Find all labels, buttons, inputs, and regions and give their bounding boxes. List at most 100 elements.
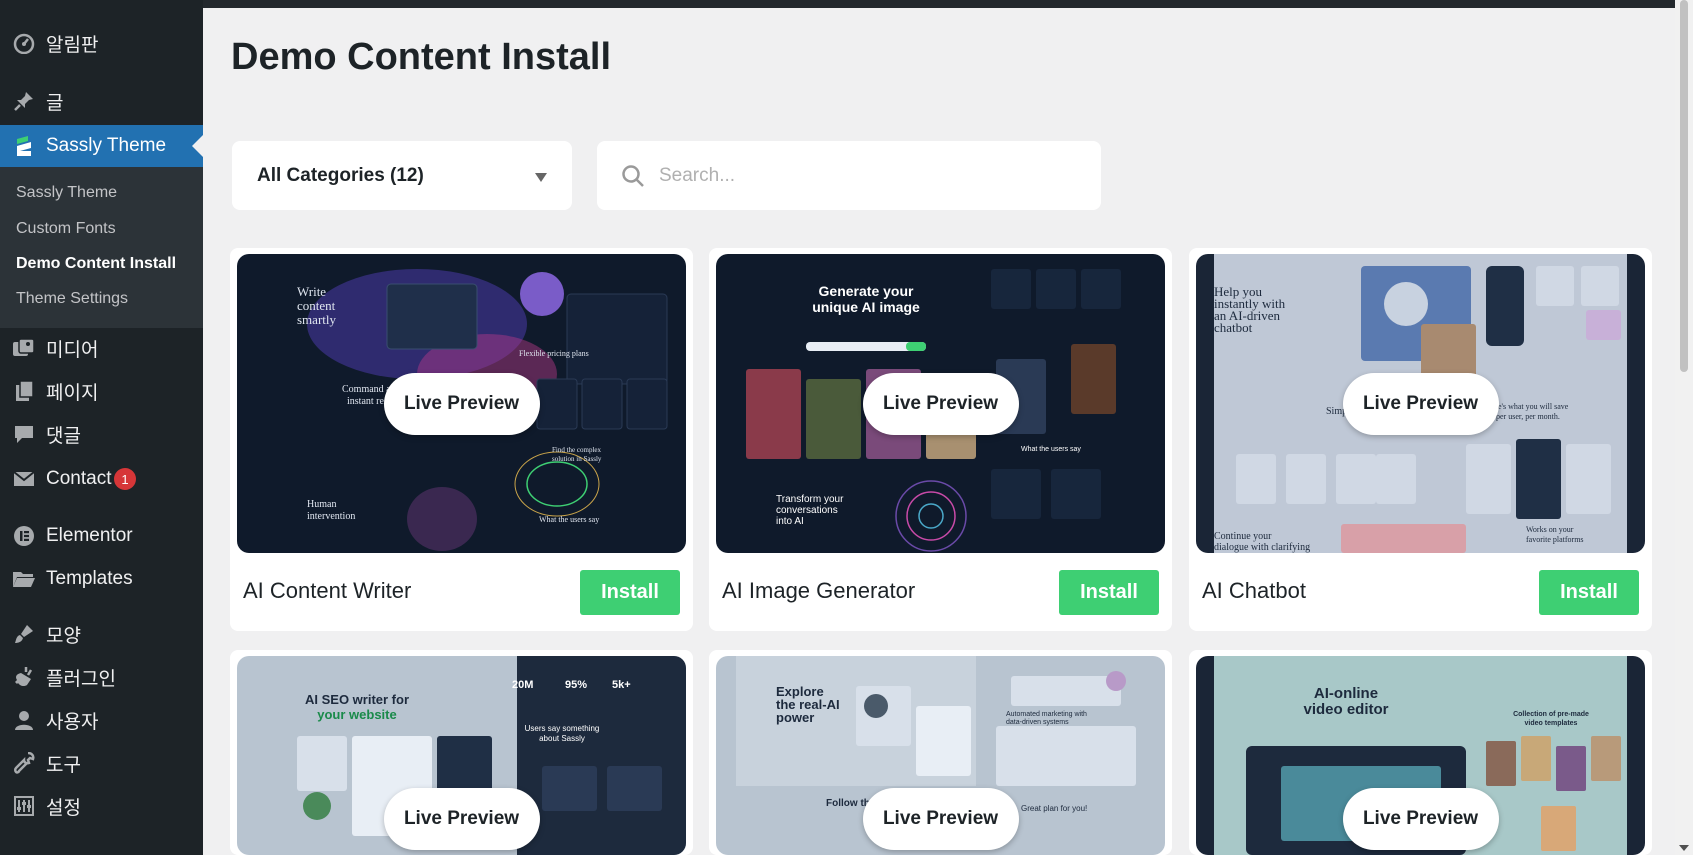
chevron-down-icon [535,173,547,182]
sassly-logo-icon [12,134,36,158]
thumb-text: Works on your [1526,525,1574,534]
thumb-text: What the users say [539,515,599,524]
sidebar-item-contact[interactable]: Contact 1 [0,459,203,499]
sidebar-item-templates[interactable]: Templates [0,559,203,599]
thumb-text: per user, per month. [1496,412,1560,421]
template-thumbnail: Help you instantly with an AI-driven cha… [1196,254,1645,553]
sidebar-item-comments[interactable]: 댓글 [0,414,203,454]
template-card: Generate your unique AI image Transform … [709,248,1172,631]
thumb-text: solution in Sassly [552,455,602,463]
page-title: Demo Content Install [231,36,612,78]
sidebar-item-dashboard[interactable]: 알림판 [0,23,203,63]
sidebar-item-label: 글 [46,92,64,114]
scrollbar-thumb[interactable] [1680,0,1688,372]
mail-icon [12,467,36,491]
appearance-icon [12,622,36,646]
sidebar-item-label: 알림판 [46,34,99,56]
install-button[interactable]: Install [1539,570,1639,615]
users-icon [12,708,36,732]
sidebar-item-posts[interactable]: 글 [0,81,203,121]
thumb-text: Users say something [525,724,600,733]
elementor-icon [12,524,36,548]
pages-icon [12,379,36,403]
thumb-text: dialogue with clarifying [1214,542,1310,553]
notification-badge: 1 [114,468,136,490]
thumb-text: 5k+ [612,679,631,691]
template-name: AI Chatbot [1202,578,1306,603]
submenu-sassly-theme[interactable]: Sassly Theme [16,184,117,202]
submenu-demo-content-install[interactable]: Demo Content Install [16,255,176,273]
thumb-text: Transform your [776,494,844,505]
live-preview-button[interactable]: Live Preview [862,788,1019,850]
live-preview-button[interactable]: Live Preview [862,372,1019,435]
thumb-text: Great plan for you! [1021,804,1087,813]
sidebar-item-sassly-theme[interactable]: Sassly Theme [0,125,203,167]
settings-icon [12,794,36,818]
template-card: Help you instantly with an AI-driven cha… [1189,248,1652,631]
thumb-text: Continue your [1214,531,1272,542]
page-scrollbar[interactable] [1675,0,1693,855]
thumb-text: power [776,710,814,725]
admin-top-strip [203,0,1675,8]
thumb-text: content [297,298,336,313]
template-name: AI Image Generator [722,578,916,603]
media-icon [12,336,36,360]
sidebar-item-label: 미디어 [46,339,99,361]
sidebar-item-label: 설정 [46,797,81,819]
submenu-custom-fonts[interactable]: Custom Fonts [16,220,116,238]
sidebar-item-label: 플러그인 [46,668,116,690]
sidebar-item-settings[interactable]: 설정 [0,786,203,826]
thumb-text: chatbot [1214,320,1253,335]
install-button[interactable]: Install [580,570,680,615]
search-box [597,141,1101,210]
sidebar-item-plugins[interactable]: 플러그인 [0,657,203,697]
sidebar-item-label: Sassly Theme [46,135,167,156]
submenu-theme-settings[interactable]: Theme Settings [16,290,128,308]
template-thumbnail: Generate your unique AI image Transform … [716,254,1165,553]
thumb-text: favorite platforms [1526,535,1584,544]
thumb-text: instant re [347,396,384,407]
sidebar-item-users[interactable]: 사용자 [0,700,203,740]
live-preview-button[interactable]: Live Preview [383,372,540,435]
install-button[interactable]: Install [1059,570,1159,615]
sidebar-item-media[interactable]: 미디어 [0,328,203,368]
pin-icon [12,89,36,113]
thumb-text: AI SEO writer for [305,692,409,707]
thumb-text: Generate your [819,283,914,299]
template-card: AI SEO writer for your website 20M 95% 5… [230,650,693,855]
thumb-text: Automated marketing with [1006,711,1087,718]
live-preview-button[interactable]: Live Preview [1342,372,1499,435]
sidebar-item-label: Contact [46,468,112,489]
sidebar-item-tools[interactable]: 도구 [0,743,203,783]
category-selected-value: All Categories (12) [257,164,424,186]
sidebar-item-label: 도구 [46,754,81,776]
category-dropdown[interactable]: All Categories (12) [232,141,572,210]
thumb-text: Collection of pre-made [1513,711,1589,718]
thumb-text: unique AI image [812,299,920,315]
sidebar-item-appearance[interactable]: 모양 [0,614,203,654]
template-thumbnail: Explore the real-AI power Automated mark… [716,656,1165,855]
sassly-submenu: Sassly Theme Custom Fonts Demo Content I… [0,167,203,328]
sidebar-item-elementor[interactable]: Elementor [0,516,203,556]
tools-icon [12,751,36,775]
template-thumbnail: AI-online video editor Collection of pre… [1196,656,1645,855]
search-input[interactable] [659,159,1079,193]
sidebar-item-label: 모양 [46,625,81,647]
thumb-text: Flexible pricing plans [519,349,589,358]
thumb-text: Find the complex [552,446,601,454]
thumb-text: 20M [512,679,533,691]
thumb-text: Human [307,499,336,510]
thumb-text: intervention [307,511,355,522]
thumb-text: data-driven systems [1006,719,1069,726]
live-preview-button[interactable]: Live Preview [1342,788,1499,850]
sidebar-item-label: Elementor [46,525,133,546]
active-indicator [192,135,203,157]
template-card: AI-online video editor Collection of pre… [1189,650,1652,855]
thumb-text: AI-online [1314,685,1378,702]
sidebar-item-label: 댓글 [46,425,81,447]
scroll-down-arrow-icon[interactable] [1679,845,1689,851]
live-preview-button[interactable]: Live Preview [383,788,540,850]
template-card: Write content smartly Flexible pricing p… [230,248,693,631]
thumb-text: What the users say [1021,446,1081,453]
sidebar-item-pages[interactable]: 페이지 [0,371,203,411]
